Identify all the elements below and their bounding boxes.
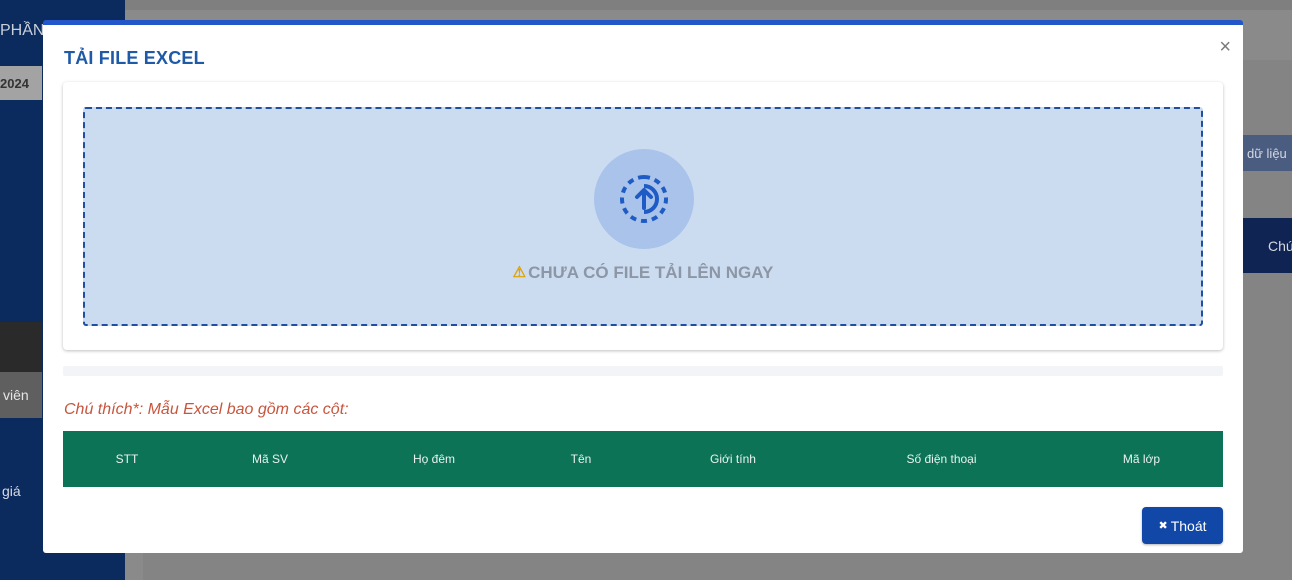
- progress-divider: [63, 366, 1223, 376]
- upload-message: ⚠ CHƯA CÓ FILE TẢI LÊN NGAY: [85, 263, 1201, 283]
- background-header: [125, 0, 1292, 10]
- background-sidebar-block: [0, 322, 42, 372]
- background-data-button: dữ liệu: [1243, 135, 1292, 171]
- background-year-select: 2024: [0, 66, 42, 100]
- upload-icon-circle: [594, 149, 694, 249]
- close-icon: ✖: [1158, 520, 1168, 532]
- upload-arrow-icon: [620, 175, 668, 223]
- column-header: Họ đêm: [412, 452, 456, 466]
- table-header-row: STT Mã SV Họ đêm Tên Giới tính Số điện t…: [63, 431, 1223, 487]
- background-sidebar-title: PHẦN: [0, 22, 45, 39]
- warning-icon: ⚠: [512, 264, 527, 281]
- column-header: Số điện thoại: [906, 452, 977, 466]
- upload-card: ⚠ CHƯA CÓ FILE TẢI LÊN NGAY: [63, 82, 1223, 350]
- column-header: Mã SV: [251, 452, 288, 466]
- background-sidebar-item: giá: [2, 483, 21, 499]
- column-header: Giới tính: [710, 452, 756, 466]
- column-header: Tên: [570, 452, 592, 466]
- background-chu-button: Chú: [1243, 218, 1292, 273]
- file-dropzone[interactable]: ⚠ CHƯA CÓ FILE TẢI LÊN NGAY: [83, 107, 1203, 326]
- exit-button-label: Thoát: [1170, 517, 1207, 534]
- column-header: STT: [115, 452, 139, 466]
- close-icon[interactable]: ×: [1219, 37, 1231, 57]
- excel-columns-table: STT Mã SV Họ đêm Tên Giới tính Số điện t…: [63, 431, 1223, 487]
- modal-title: TẢI FILE EXCEL: [64, 48, 205, 68]
- upload-message-text: CHƯA CÓ FILE TẢI LÊN NGAY: [528, 263, 774, 282]
- excel-template-note: Chú thích*: Mẫu Excel bao gồm các cột:: [64, 401, 349, 418]
- column-header: Mã lớp: [1122, 452, 1161, 466]
- background-sidebar-item: viên: [0, 372, 42, 418]
- upload-excel-modal: TẢI FILE EXCEL × ⚠ CHƯA CÓ FILE TẢI LÊN N…: [43, 20, 1243, 553]
- exit-button[interactable]: ✖ Thoát: [1142, 507, 1223, 544]
